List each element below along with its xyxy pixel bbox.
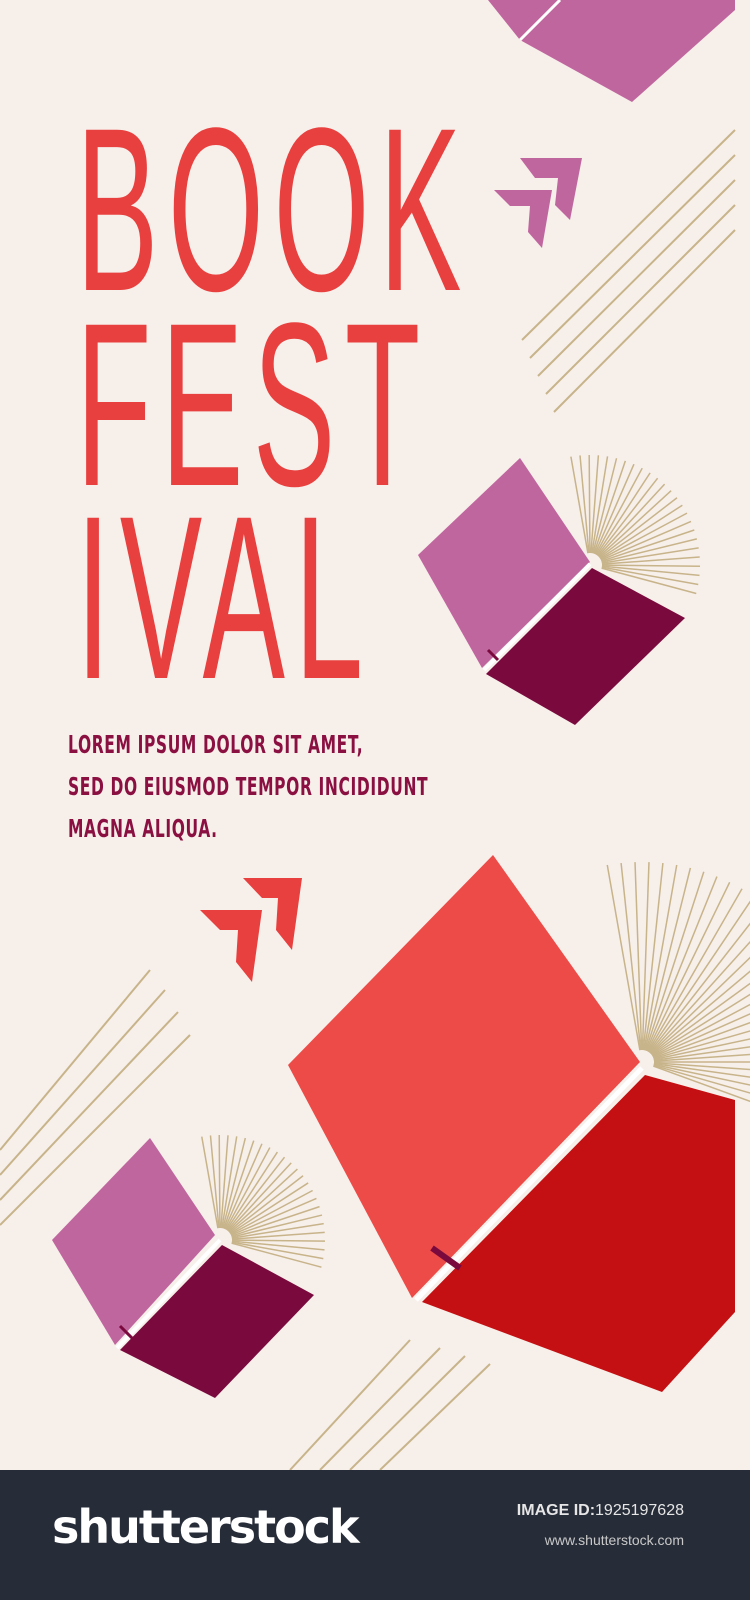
page-ray — [598, 490, 672, 558]
page-ray — [579, 455, 590, 554]
page-ray — [231, 1239, 326, 1242]
book-middle — [418, 454, 701, 725]
page-ray — [601, 565, 700, 577]
site-url: www.shutterstock.com — [544, 1532, 684, 1548]
book-small-bottom-left — [52, 1134, 326, 1398]
page-ray — [228, 1168, 298, 1233]
title-line-3: IVAL — [76, 468, 373, 728]
shutterstock-logo: shutterstock — [52, 1500, 360, 1554]
subtitle-line-2: SED DO EIUSMOD TEMPOR INCIDIDUNT — [68, 772, 429, 801]
image-id-label: IMAGE ID: — [516, 1502, 596, 1519]
diagonal-lines-bottom — [289, 1339, 491, 1470]
subtitle-line-3: MAGNA ALIQUA. — [68, 814, 218, 843]
page-ray — [227, 1162, 292, 1232]
chevron-icon-top — [494, 158, 582, 248]
subtitle-line-1: LOREM IPSUM DOLOR SIT AMET, — [68, 730, 364, 759]
page-ray — [647, 888, 743, 1052]
chevron-icon-middle — [200, 878, 302, 982]
page-ray — [218, 1134, 221, 1229]
watermark-footer: shutterstock IMAGE ID:1925197628 www.shu… — [0, 1470, 750, 1600]
book-large-red — [288, 855, 750, 1392]
image-id: IMAGE ID:1925197628 — [517, 1502, 684, 1520]
page-ray — [588, 454, 591, 554]
page-ray — [648, 922, 750, 1054]
image-id-value: 1925197628 — [595, 1502, 684, 1519]
book-top-right — [488, 0, 735, 102]
page-ray — [601, 564, 701, 567]
page-ray — [231, 1240, 325, 1251]
